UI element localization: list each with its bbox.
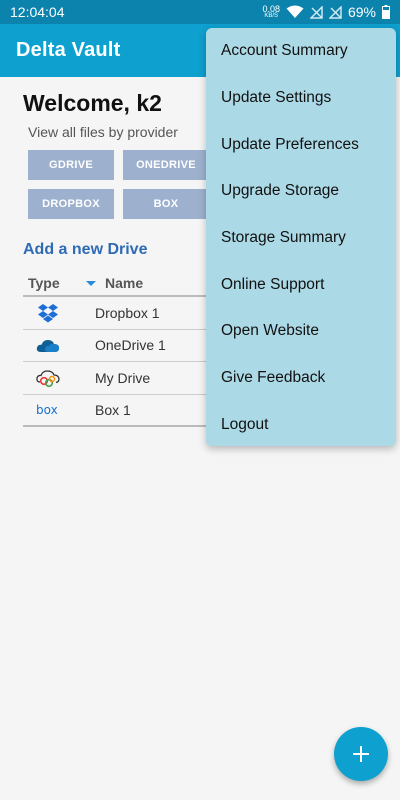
menu-item-update-settings[interactable]: Update Settings — [206, 75, 396, 122]
signal-off-icon-2 — [328, 5, 342, 19]
table-row[interactable]: box Box 1 — [23, 395, 227, 427]
menu-item-online-support[interactable]: Online Support — [206, 261, 396, 308]
menu-item-logout[interactable]: Logout — [206, 402, 396, 449]
table-row[interactable]: Dropbox 1 — [23, 297, 227, 330]
welcome-heading: Welcome, k2 — [23, 90, 162, 116]
onedrive-icon — [23, 337, 95, 353]
status-bar: 12:04:04 0.08 KB/S 69% — [0, 0, 400, 24]
provider-button-onedrive[interactable]: ONEDRIVE — [123, 150, 209, 180]
signal-off-icon — [309, 5, 323, 19]
drive-name: My Drive — [95, 369, 151, 386]
net-speed-value: 0.08 — [262, 3, 280, 14]
plus-icon — [353, 746, 369, 762]
provider-button-dropbox[interactable]: DROPBOX — [28, 189, 114, 219]
battery-icon — [382, 5, 390, 19]
wifi-icon — [286, 5, 304, 18]
drive-name: OneDrive 1 — [95, 337, 166, 354]
type-column-header[interactable]: Type — [23, 275, 96, 291]
app-title: Delta Vault — [16, 39, 121, 61]
menu-item-upgrade-storage[interactable]: Upgrade Storage — [206, 168, 396, 215]
table-row[interactable]: OneDrive 1 — [23, 330, 227, 362]
menu-item-update-preferences[interactable]: Update Preferences — [206, 121, 396, 168]
name-column-header[interactable]: Name — [95, 275, 143, 291]
table-row[interactable]: My Drive — [23, 362, 227, 395]
menu-item-account-summary[interactable]: Account Summary — [206, 28, 396, 75]
type-header-label: Type — [28, 275, 60, 291]
dropbox-icon — [23, 303, 95, 323]
drives-table: Type Name Dropbox 1 OneDrive 1 My Drive … — [23, 271, 227, 427]
menu-item-storage-summary[interactable]: Storage Summary — [206, 215, 396, 262]
drive-name: Dropbox 1 — [95, 304, 160, 321]
menu-item-open-website[interactable]: Open Website — [206, 308, 396, 355]
overflow-menu: Account Summary Update Settings Update P… — [206, 28, 396, 446]
box-icon: box — [23, 403, 95, 417]
battery-percent: 69% — [347, 4, 376, 20]
table-header: Type Name — [23, 271, 223, 297]
status-icons: 0.08 KB/S 69% — [262, 4, 390, 20]
provider-button-gdrive[interactable]: GDRIVE — [28, 150, 114, 180]
status-time: 12:04:04 — [10, 4, 65, 20]
provider-subtitle: View all files by provider — [28, 124, 178, 140]
net-speed-unit: KB/S — [264, 12, 279, 19]
provider-button-box[interactable]: BOX — [123, 189, 209, 219]
add-fab-button[interactable] — [334, 727, 388, 781]
svg-text:box: box — [36, 403, 58, 417]
net-speed: 0.08 KB/S — [262, 3, 280, 20]
drive-name: Box 1 — [95, 401, 131, 418]
menu-item-give-feedback[interactable]: Give Feedback — [206, 355, 396, 402]
mydrive-icon — [23, 368, 95, 388]
add-drive-link[interactable]: Add a new Drive — [23, 241, 147, 259]
